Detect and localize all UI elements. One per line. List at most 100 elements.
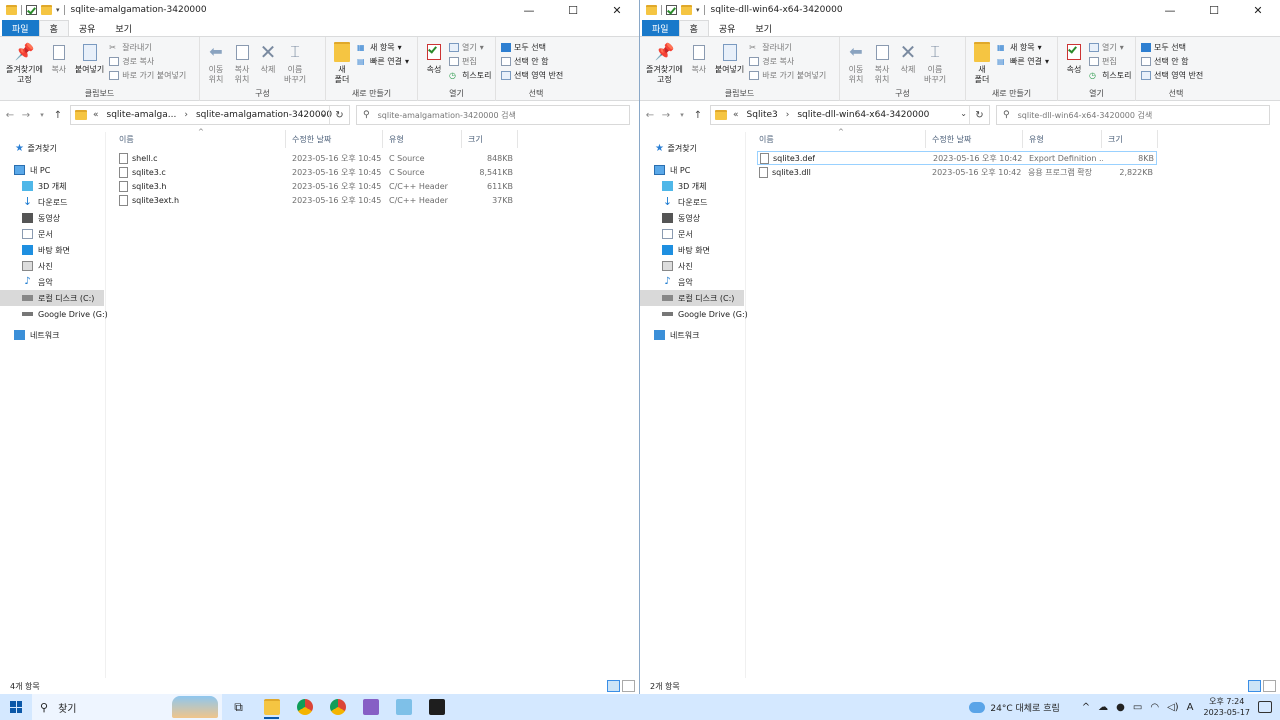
column-header-size[interactable]: 크기 [1103,130,1158,148]
select-none-button[interactable]: 선택 안 함 [501,55,563,67]
nav-item-network[interactable]: 네트워크 [654,327,699,343]
nav-item-quick-access[interactable]: ★ 즐겨찾기 [654,140,697,156]
paste-button[interactable]: 붙여넣기 [75,41,104,75]
new-folder-quick-icon[interactable] [681,5,692,15]
weather-widget[interactable]: 24°C 대체로 흐림 [969,701,1060,714]
new-item-button[interactable]: ▦ 새 항목 ▾ [997,41,1049,53]
file-row[interactable]: sqlite3.h 2023-05-16 오후 10:45 C/C++ Head… [117,179,517,193]
nav-item-music[interactable]: ♪ 음악 [662,274,692,290]
paste-shortcut-button[interactable]: 바로 가기 붙여넣기 [109,69,186,81]
large-icons-view-icon[interactable] [622,680,635,692]
select-all-button[interactable]: 모두 선택 [501,41,563,53]
breadcrumb-overflow-icon[interactable]: « [733,110,739,120]
breadcrumb-item[interactable]: sqlite-amalgamation-3420000 [196,110,332,120]
details-view-icon[interactable] [607,680,620,692]
cut-button[interactable]: ✂ 잘라내기 [109,41,186,53]
new-folder-button[interactable]: 새 폴더 [332,41,352,85]
edit-button[interactable]: 편집 [449,55,491,67]
nav-item-3d-objects[interactable]: 3D 개체 [662,178,707,194]
select-none-button[interactable]: 선택 안 함 [1141,55,1203,67]
nav-item-quick-access[interactable]: ★ 즐겨찾기 [14,140,57,156]
invert-selection-button[interactable]: 선택 영역 반전 [501,69,563,81]
nav-item-downloads[interactable]: ↓ 다운로드 [22,194,68,210]
invert-selection-button[interactable]: 선택 영역 반전 [1141,69,1203,81]
tab-file[interactable]: 파일 [2,20,39,36]
maximize-button[interactable]: ☐ [1192,0,1236,20]
breadcrumb-chevron-icon[interactable]: › [786,110,790,120]
address-bar[interactable]: « Sqlite3 › sqlite-dll-win64-x64-3420000… [710,105,990,125]
cloud-sync-icon[interactable]: ☁ [1098,702,1108,713]
task-view-icon[interactable]: ⧉ [222,694,255,720]
up-arrow-icon[interactable]: ↑ [50,110,66,121]
forward-arrow-icon[interactable]: → [18,110,34,121]
details-view-icon[interactable] [1248,680,1261,692]
search-input[interactable]: ⚲ sqlite-amalgamation-3420000 검색 [356,105,630,125]
file-row[interactable]: sqlite3.c 2023-05-16 오후 10:45 C Source 8… [117,165,517,179]
nav-item-this-pc[interactable]: 내 PC [14,162,50,178]
nav-item-pictures[interactable]: 사진 [22,258,53,274]
large-icons-view-icon[interactable] [1263,680,1276,692]
start-button[interactable] [0,694,32,720]
nav-item-local-disk[interactable]: 로컬 디스크 (C:) [0,290,104,306]
notepad-icon[interactable] [387,694,420,720]
copy-button[interactable]: 복사 [49,41,69,75]
tab-home[interactable]: 홈 [678,20,709,36]
properties-button[interactable]: 속성 [424,41,444,75]
file-explorer-taskbar-icon[interactable] [255,694,288,720]
back-arrow-icon[interactable]: ← [642,110,658,121]
copy-to-button[interactable]: 복사 위치 [872,41,892,85]
tab-share[interactable]: 공유 [69,20,106,36]
pin-quick-access-button[interactable]: 📌 즐겨찾기에 고정 [6,41,43,85]
history-button[interactable]: ◷ 히스토리 [1089,69,1131,81]
breadcrumb-item[interactable]: sqlite-dll-win64-x64-3420000 [797,110,929,120]
chevron-up-icon[interactable]: ^ [1082,702,1090,713]
battery-icon[interactable]: ▭ [1133,702,1142,713]
minimize-button[interactable]: — [1148,0,1192,20]
select-all-button[interactable]: 모두 선택 [1141,41,1203,53]
close-button[interactable]: ✕ [1236,0,1280,20]
taskbar-search-box[interactable]: ⚲ 찾기 [32,694,222,720]
chrome-icon[interactable] [288,694,321,720]
pin-quick-access-button[interactable]: 📌 즐겨찾기에 고정 [646,41,683,85]
wifi-icon[interactable]: ◠ [1150,702,1159,713]
recent-locations-icon[interactable]: ▾ [674,111,690,119]
open-button[interactable]: 열기 ▾ [449,41,491,53]
breadcrumb-chevron-icon[interactable]: › [184,110,188,120]
paste-button[interactable]: 붙여넣기 [715,41,744,75]
visual-studio-icon[interactable] [354,694,387,720]
move-to-button[interactable]: ⬅ 이동 위치 [206,41,226,85]
file-row[interactable]: sqlite3.dll 2023-05-16 오후 10:42 응용 프로그램 … [757,165,1157,179]
column-header-date[interactable]: 수정한 날짜 [927,130,1023,148]
search-input[interactable]: ⚲ sqlite-dll-win64-x64-3420000 검색 [996,105,1270,125]
nav-item-pictures[interactable]: 사진 [662,258,693,274]
nav-item-downloads[interactable]: ↓ 다운로드 [662,194,708,210]
open-button[interactable]: 열기 ▾ [1089,41,1131,53]
nav-item-music[interactable]: ♪ 음악 [22,274,52,290]
breadcrumb-item[interactable]: Sqlite3 [747,110,778,120]
nav-item-documents[interactable]: 문서 [662,226,693,242]
new-item-button[interactable]: ▦ 새 항목 ▾ [357,41,409,53]
nav-item-videos[interactable]: 동영상 [22,210,60,226]
delete-button[interactable]: ✕ 삭제 [898,41,918,75]
address-bar[interactable]: « sqlite-amalga... › sqlite-amalgamation… [70,105,350,125]
edit-button[interactable]: 편집 [1089,55,1131,67]
tab-file[interactable]: 파일 [642,20,679,36]
rename-button[interactable]: ⌶ 이름 바꾸기 [284,41,306,85]
nav-item-google-drive[interactable]: Google Drive (G:) [662,306,748,322]
properties-quick-icon[interactable] [26,5,37,15]
column-header-size[interactable]: 크기 [463,130,518,148]
file-row[interactable]: sqlite3.def 2023-05-16 오후 10:42 Export D… [757,151,1157,165]
history-button[interactable]: ◷ 히스토리 [449,69,491,81]
volume-icon[interactable]: ◁) [1167,702,1179,713]
column-header-type[interactable]: 유형 [1024,130,1102,148]
tab-home[interactable]: 홈 [38,20,69,36]
security-icon[interactable]: ● [1116,702,1125,713]
new-folder-button[interactable]: 새 폴더 [972,41,992,85]
address-dropdown-icon[interactable]: ⌄ [960,109,967,118]
move-to-button[interactable]: ⬅ 이동 위치 [846,41,866,85]
rename-button[interactable]: ⌶ 이름 바꾸기 [924,41,946,85]
nav-item-network[interactable]: 네트워크 [14,327,59,343]
file-row[interactable]: sqlite3ext.h 2023-05-16 오후 10:45 C/C++ H… [117,193,517,207]
column-header-name[interactable]: 이름 [754,130,926,148]
easy-access-button[interactable]: ▤ 빠른 연결 ▾ [997,55,1049,67]
